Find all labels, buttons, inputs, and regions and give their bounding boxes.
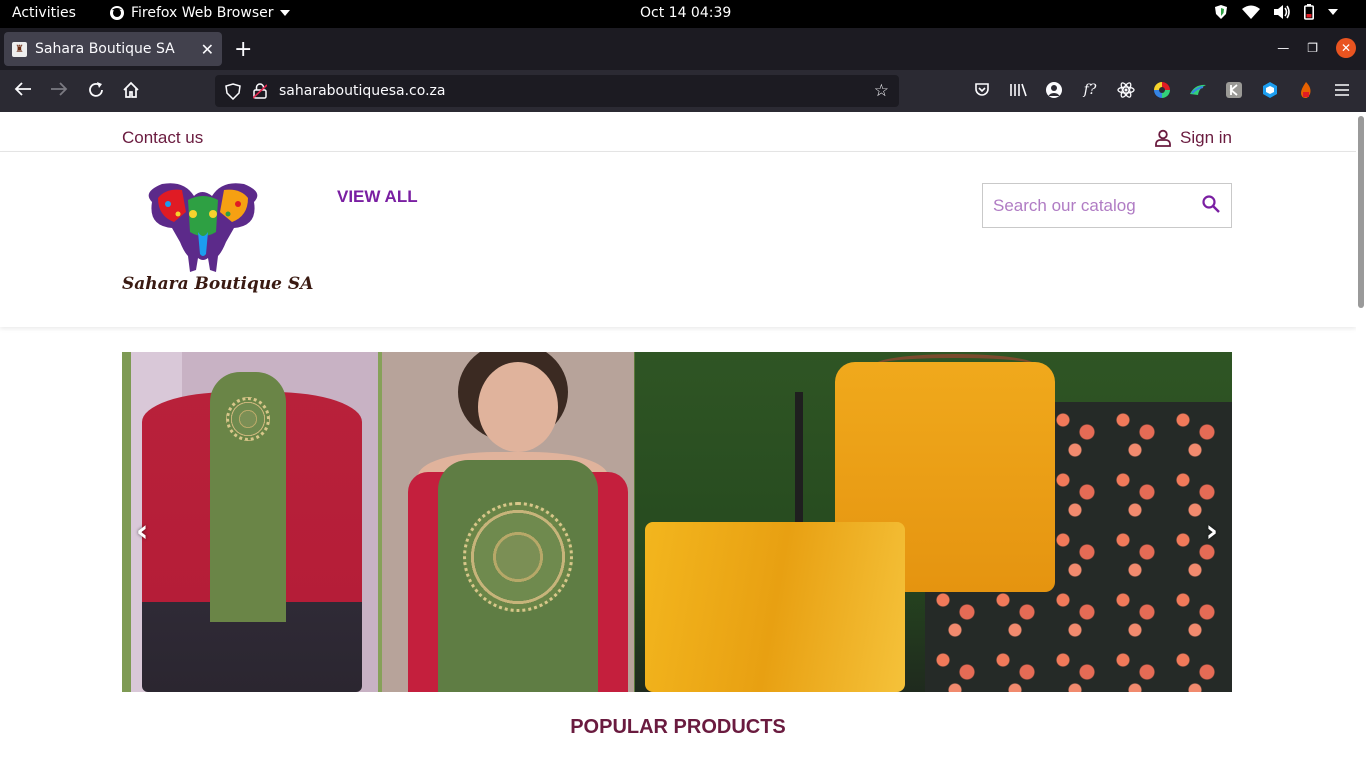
paint-extension-icon[interactable]	[1188, 80, 1208, 100]
tab-title: Sahara Boutique SA	[35, 41, 175, 57]
tracking-protection-shield-icon[interactable]	[225, 82, 241, 100]
tab-strip: ♜ Sahara Boutique SA ✕ + — ❐ ✕	[0, 28, 1366, 70]
bookmark-star-icon[interactable]: ☆	[874, 81, 889, 101]
search-icon[interactable]	[1201, 194, 1221, 218]
k-extension-icon[interactable]	[1224, 80, 1244, 100]
medallion-pattern	[226, 397, 270, 441]
search-input[interactable]	[993, 195, 1193, 216]
url-text[interactable]: saharaboutiquesa.co.za	[279, 83, 445, 99]
hamburger-menu-icon[interactable]	[1332, 80, 1352, 100]
slide-image-dress-full	[122, 352, 378, 692]
search-box[interactable]	[982, 183, 1232, 228]
system-top-bar: Activities Firefox Web Browser Oct 14 04…	[0, 0, 1366, 28]
back-icon[interactable]	[14, 81, 32, 102]
medallion-closeup	[463, 502, 573, 612]
close-window-icon[interactable]: ✕	[1336, 38, 1356, 58]
image-slider[interactable]: ‹ ›	[122, 352, 1232, 692]
pocket-icon[interactable]	[972, 80, 992, 100]
user-icon	[1154, 129, 1172, 147]
slide-image-dress-closeup	[378, 352, 634, 692]
system-clock[interactable]: Oct 14 04:39	[640, 5, 731, 21]
popular-products-heading: POPULAR PRODUCTS	[570, 716, 786, 738]
slider-next-arrow-icon[interactable]: ›	[1206, 514, 1218, 549]
url-bar[interactable]: saharaboutiquesa.co.za ☆	[215, 75, 899, 107]
contact-us-link[interactable]: Contact us	[122, 128, 203, 148]
site-logo[interactable]: Sahara Boutique SA	[122, 182, 313, 300]
reload-icon[interactable]	[87, 81, 105, 104]
library-icon[interactable]	[1008, 80, 1028, 100]
react-devtools-icon[interactable]	[1116, 80, 1136, 100]
insecure-lock-icon[interactable]	[253, 83, 267, 99]
power-menu-caret-icon[interactable]	[1328, 9, 1338, 15]
navigation-toolbar: saharaboutiquesa.co.za ☆ f?	[0, 70, 1366, 112]
page-scrollbar[interactable]	[1358, 116, 1364, 308]
wifi-icon[interactable]	[1242, 5, 1260, 19]
account-icon[interactable]	[1044, 80, 1064, 100]
slider-prev-arrow-icon[interactable]: ‹	[136, 514, 148, 549]
new-tab-button[interactable]: +	[234, 37, 252, 62]
sign-in-link[interactable]: Sign in	[1154, 128, 1232, 148]
header-nav: Contact us Sign in	[0, 112, 1356, 152]
brand-name: Sahara Boutique SA	[122, 274, 314, 294]
shield-icon[interactable]	[1214, 4, 1228, 20]
sign-in-label: Sign in	[1180, 128, 1232, 147]
cube-extension-icon[interactable]	[1260, 80, 1280, 100]
extension-toolbar: f?	[972, 80, 1352, 100]
activities-button[interactable]: Activities	[12, 5, 76, 21]
app-menu-label: Firefox Web Browser	[131, 5, 274, 21]
battery-icon[interactable]	[1304, 4, 1314, 20]
color-wheel-extension-icon[interactable]	[1152, 80, 1172, 100]
web-page: Contact us Sign in Sahara Boutique SA VI…	[0, 112, 1356, 768]
model-face	[478, 362, 558, 452]
tab-close-icon[interactable]: ✕	[201, 40, 214, 59]
system-tray[interactable]	[1214, 4, 1338, 20]
window-controls: — ❐ ✕	[1277, 38, 1356, 58]
minimize-icon[interactable]: —	[1277, 41, 1289, 55]
nav-view-all[interactable]: VIEW ALL	[337, 187, 418, 207]
formula-extension-icon[interactable]: f?	[1080, 80, 1100, 100]
firefox-icon	[109, 5, 125, 21]
tab-active[interactable]: ♜ Sahara Boutique SA ✕	[4, 32, 222, 66]
maximize-icon[interactable]: ❐	[1307, 41, 1318, 55]
app-menu[interactable]: Firefox Web Browser	[109, 5, 290, 21]
home-icon[interactable]	[122, 81, 140, 104]
flame-extension-icon[interactable]	[1296, 80, 1316, 100]
site-favicon-icon: ♜	[12, 41, 27, 57]
yellow-dupatta	[645, 522, 905, 692]
slide-image-lehenga	[635, 352, 1232, 692]
header-top: Sahara Boutique SA VIEW ALL	[0, 152, 1356, 327]
forward-icon[interactable]	[50, 81, 68, 102]
volume-icon[interactable]	[1274, 5, 1290, 19]
elephant-logo-icon	[148, 183, 258, 272]
caret-down-icon	[279, 10, 290, 16]
